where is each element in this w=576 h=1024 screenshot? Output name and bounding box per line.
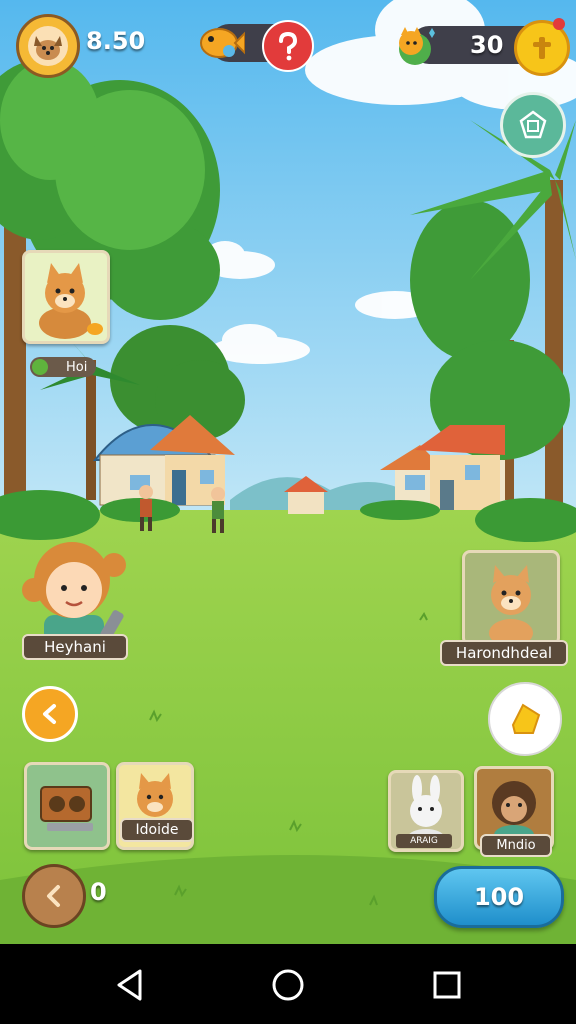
help-button[interactable]	[262, 20, 314, 72]
chevron-left-icon	[47, 885, 60, 907]
triangle-back-icon[interactable]	[114, 968, 146, 1002]
question-mark-icon	[279, 31, 298, 61]
fish-icon	[196, 18, 246, 68]
dog-portrait-icon	[489, 565, 533, 643]
card-tag-label: Hoi	[66, 359, 88, 375]
character-card-fox[interactable]	[22, 250, 110, 344]
chevron-left-icon	[43, 704, 56, 724]
character-card-right[interactable]	[462, 550, 560, 646]
settings-badge-button[interactable]	[500, 92, 566, 158]
back-button[interactable]	[22, 864, 86, 928]
gold-gem-icon	[511, 703, 541, 734]
badge-icon	[519, 110, 547, 139]
pet-gem-icon	[390, 20, 440, 70]
left-character-name: Heyhani	[22, 634, 128, 660]
item-card-rabbit-label: ARAIG	[396, 834, 452, 848]
profile-avatar[interactable]	[16, 14, 80, 78]
back-count: 0	[90, 878, 107, 906]
dog-avatar-icon	[28, 26, 68, 66]
item-card-fox-label: Idoide	[120, 818, 194, 842]
fox-portrait-icon	[39, 263, 103, 339]
right-character-name: Harondhdeal	[440, 640, 568, 666]
square-recents-icon[interactable]	[432, 970, 462, 1000]
action-button-value: 100	[473, 883, 525, 911]
circle-home-icon[interactable]	[271, 968, 305, 1002]
action-button[interactable]: 100	[434, 866, 564, 928]
system-navigation-bar	[0, 944, 576, 1024]
gem-counter: 30	[470, 31, 504, 59]
card-tag: Hoi	[30, 357, 96, 377]
prev-button[interactable]	[22, 686, 78, 742]
item-card-radio[interactable]	[24, 762, 110, 850]
notification-dot	[553, 18, 565, 30]
leaf-icon	[32, 359, 48, 375]
coin-counter: 8.50	[86, 27, 146, 55]
coin-icon	[533, 37, 551, 59]
game-scene: 8.50 30 Hoi Heyhani Harondhdeal Idoide A…	[0, 0, 576, 944]
gem-action-button[interactable]	[488, 682, 562, 756]
radio-icon	[40, 786, 93, 831]
item-card-monkey-label: Mndio	[480, 834, 552, 857]
